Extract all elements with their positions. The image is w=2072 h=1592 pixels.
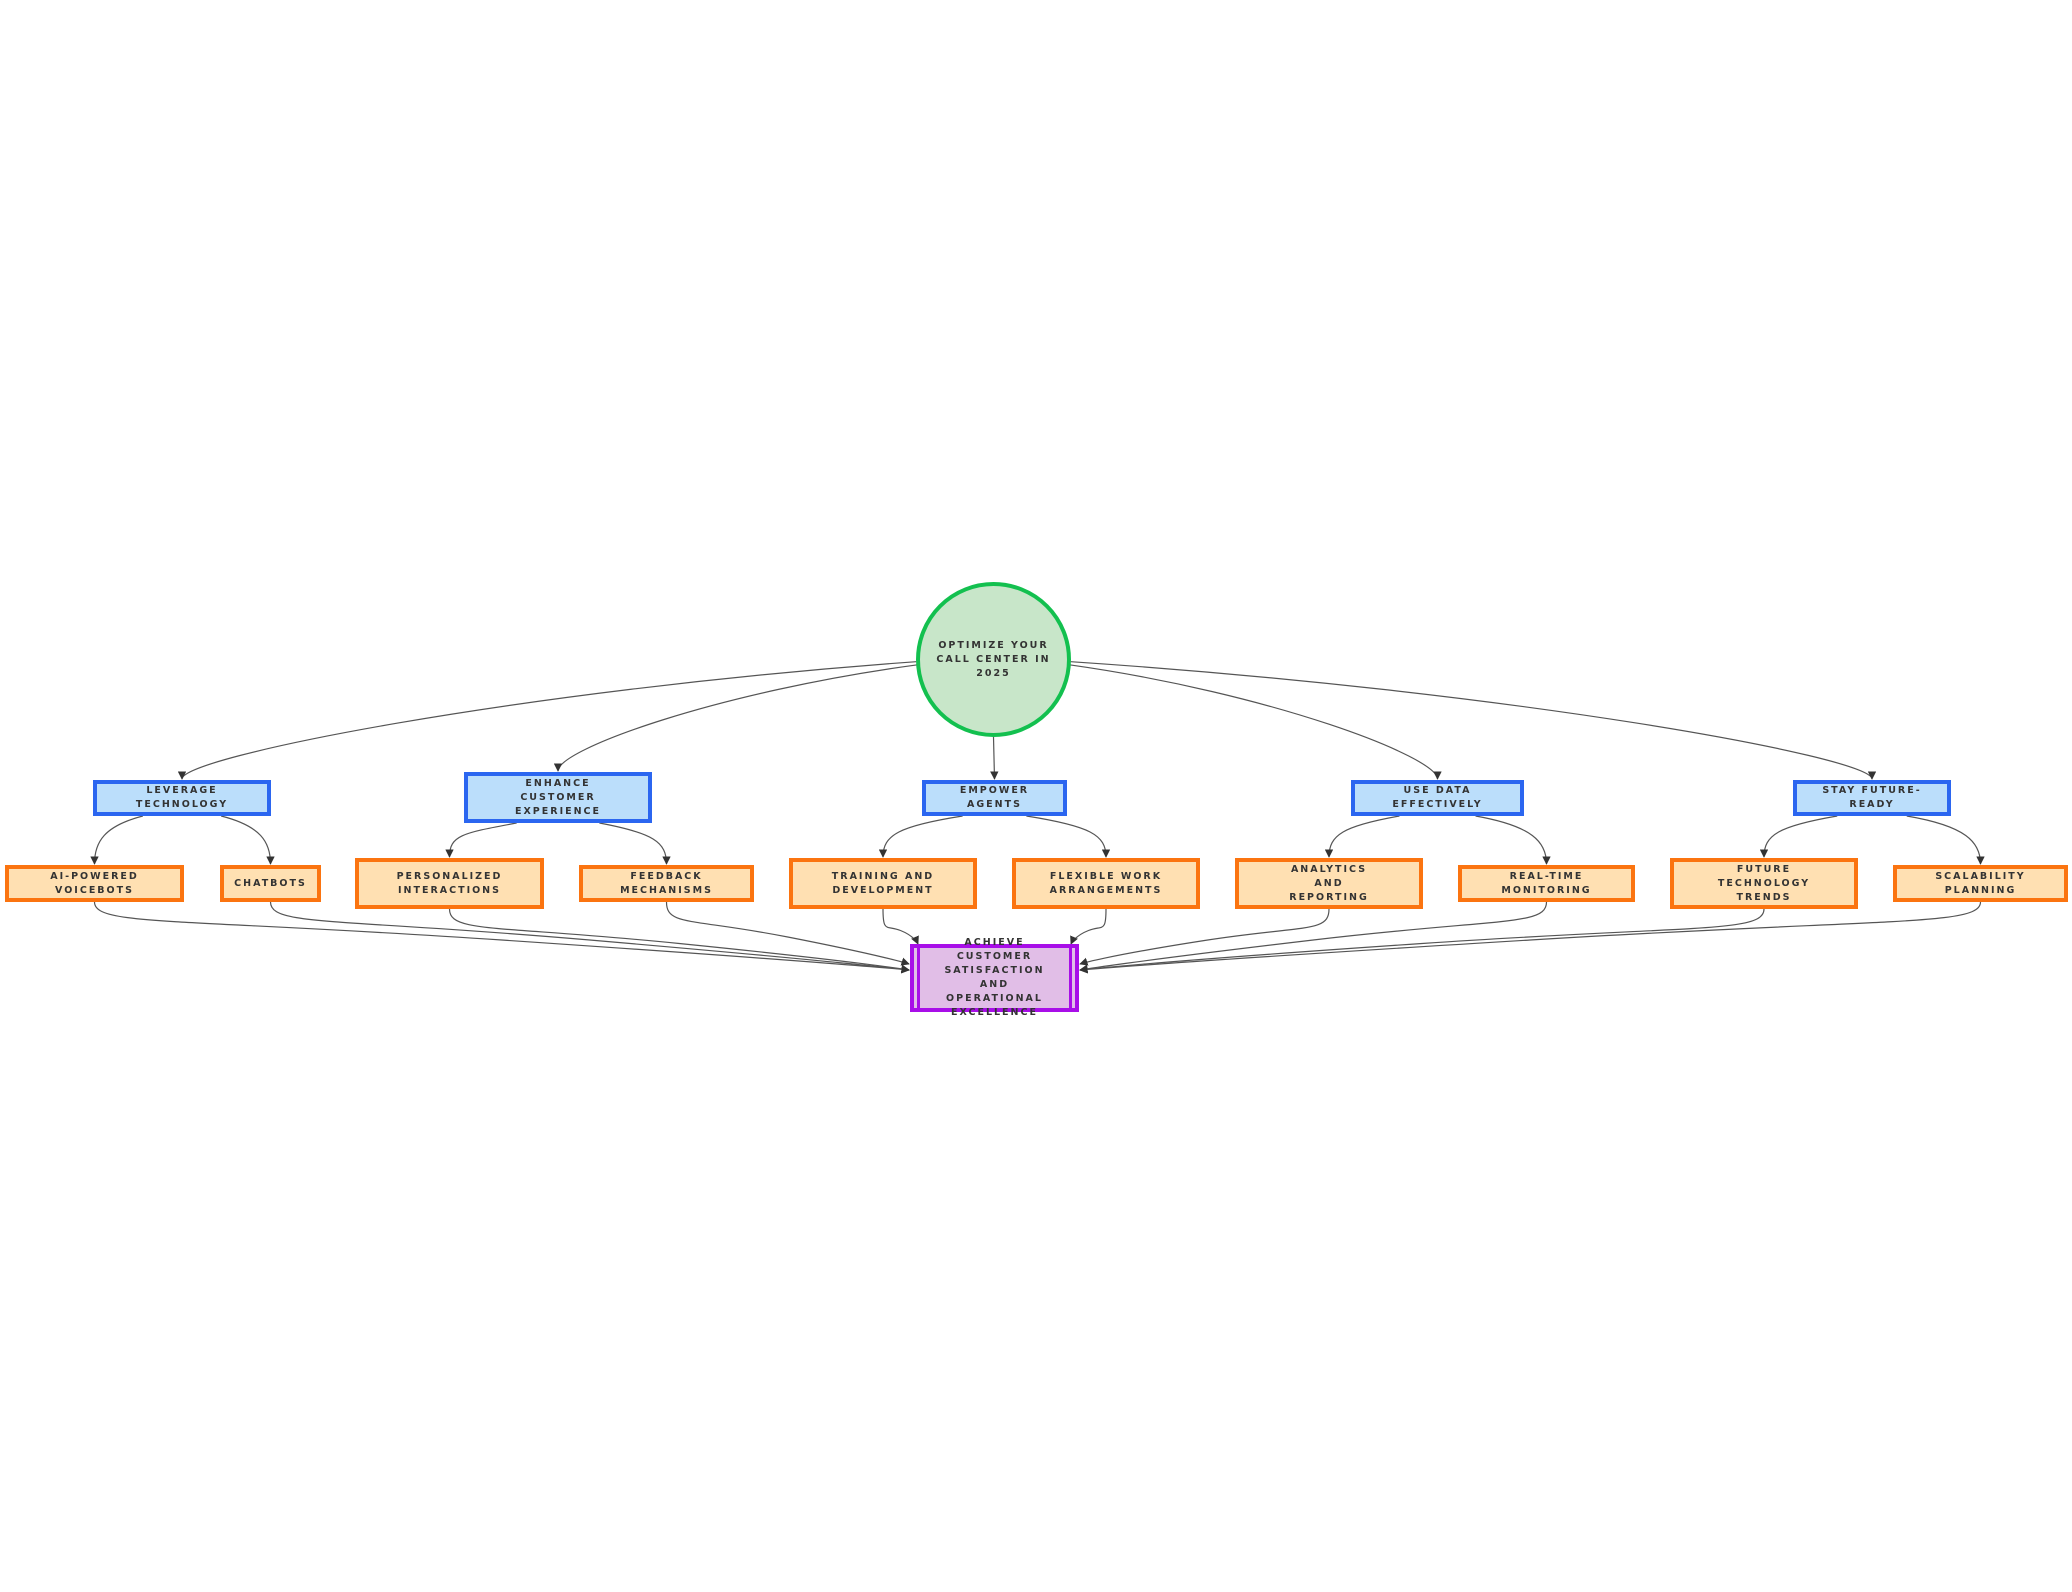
edge-c5-to-goal	[882, 908, 919, 945]
edge-p4-to-c7	[1324, 815, 1400, 858]
pillar-node-empower-agents[interactable]: Empower Agents	[922, 780, 1067, 816]
leaf-node-analytics-and-reporting[interactable]: Analytics and Reporting	[1235, 858, 1423, 909]
pillar-label: Use Data Effectively	[1392, 785, 1483, 810]
leaf-label: Feedback Mechanisms	[620, 870, 713, 896]
edge-c10-to-goal	[1079, 901, 1982, 974]
edge-c7-to-goal	[1079, 908, 1330, 966]
edge-c9-to-goal	[1079, 908, 1765, 974]
edge-p5-to-c10	[1906, 815, 1985, 865]
edge-c8-to-goal	[1079, 901, 1548, 973]
leaf-label: Training and Development	[831, 870, 935, 896]
leaf-node-personalized-interactions[interactable]: Personalized Interactions	[355, 858, 544, 909]
edge-p1-to-c2	[221, 815, 275, 865]
edge-p1-to-c1	[90, 815, 143, 865]
edge-c1-to-goal	[93, 901, 910, 974]
leaf-label: Analytics and Reporting	[1289, 863, 1369, 903]
leaf-label: AI-Powered Voicebots	[50, 870, 139, 896]
pillar-label: Leverage Technology	[135, 785, 229, 810]
edge-root-to-p1	[177, 661, 917, 780]
leaf-label: Chatbots	[234, 877, 307, 889]
edge-root-to-p5	[1070, 661, 1877, 780]
goal-node-label: Achieve Customer Satisfaction and Operat…	[944, 937, 1045, 1018]
edge-c6-to-goal	[1070, 908, 1107, 945]
pillar-label: Empower Agents	[959, 785, 1030, 810]
leaf-node-feedback-mechanisms[interactable]: Feedback Mechanisms	[579, 865, 754, 902]
leaf-node-training-and-development[interactable]: Training and Development	[789, 858, 977, 909]
leaf-label: Scalability Planning	[1935, 870, 2026, 896]
edge-root-to-p2	[553, 664, 918, 772]
edge-root-to-p4	[1069, 664, 1442, 780]
root-node-label: Optimize Your Call Center in 2025	[936, 639, 1051, 679]
edge-p2-to-c4	[599, 822, 671, 865]
pillar-node-stay-future-ready[interactable]: Stay Future-Ready	[1793, 780, 1951, 816]
pillar-label: Enhance Customer Experience	[514, 777, 602, 817]
leaf-label: Personalized Interactions	[396, 870, 503, 896]
edge-p3-to-c5	[878, 815, 963, 858]
pillar-node-enhance-customer-experience[interactable]: Enhance Customer Experience	[464, 772, 652, 823]
pillar-node-leverage-technology[interactable]: Leverage Technology	[93, 780, 271, 816]
goal-node[interactable]: Achieve Customer Satisfaction and Operat…	[910, 937, 1079, 1018]
pillar-label: Stay Future-Ready	[1822, 785, 1922, 810]
edge-p2-to-c3	[445, 822, 517, 858]
edge-p4-to-c8	[1475, 815, 1551, 865]
leaf-node-chatbots[interactable]: Chatbots	[220, 865, 321, 902]
edge-root-to-p3	[990, 736, 999, 780]
edge-p5-to-c9	[1759, 815, 1838, 858]
leaf-label: Flexible Work Arrangements	[1049, 870, 1163, 896]
leaf-node-future-technology-trends[interactable]: Future Technology Trends	[1670, 858, 1858, 909]
leaf-label: Real-Time Monitoring	[1501, 870, 1592, 896]
leaf-node-ai-powered-voicebots[interactable]: AI-Powered Voicebots	[5, 865, 184, 902]
leaf-node-real-time-monitoring[interactable]: Real-Time Monitoring	[1458, 865, 1635, 902]
leaf-label: Future Technology Trends	[1717, 863, 1811, 903]
pillar-node-use-data-effectively[interactable]: Use Data Effectively	[1351, 780, 1524, 816]
edge-p3-to-c6	[1026, 815, 1111, 858]
root-node[interactable]: Optimize Your Call Center in 2025	[916, 582, 1071, 737]
leaf-node-scalability-planning[interactable]: Scalability Planning	[1893, 865, 2068, 902]
leaf-node-flexible-work-arrangements[interactable]: Flexible Work Arrangements	[1012, 858, 1200, 909]
